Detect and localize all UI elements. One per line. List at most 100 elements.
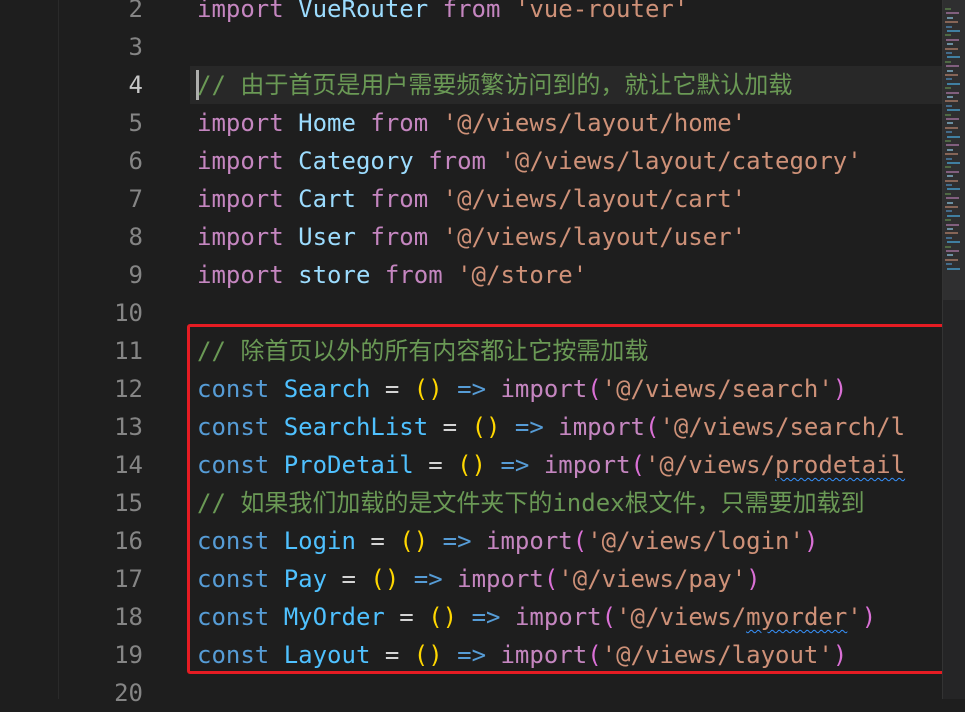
code-editor[interactable]: 2 import VueRouter from 'vue-router' 3 4 // …	[0, 0, 945, 712]
code-token: ()	[457, 451, 487, 479]
code-token: )	[832, 375, 848, 403]
code-line[interactable]: 2 import VueRouter from 'vue-router'	[0, 0, 945, 28]
code-token: ()	[370, 565, 400, 593]
code-line[interactable]: 12 const Search = () => import('@/views/s…	[0, 370, 945, 408]
line-number: 15	[114, 489, 143, 517]
minimap-line	[945, 87, 951, 90]
line-number: 16	[114, 527, 143, 555]
code-line[interactable]: 9 import store from '@/store'	[0, 256, 945, 294]
minimap-line	[945, 74, 958, 76]
code-line[interactable]: 6 import Category from '@/views/layout/ca…	[0, 142, 945, 180]
line-code: const SearchList = () => import('@/views…	[197, 408, 905, 446]
minimap[interactable]	[942, 0, 965, 699]
minimap-line	[946, 236, 952, 239]
code-token: )	[832, 641, 848, 669]
line-code: import store from '@/store'	[197, 256, 587, 294]
code-token: const	[197, 451, 270, 479]
code-line[interactable]: 5 import Home from '@/views/layout/home'	[0, 104, 945, 142]
code-token: '@/views/layout'	[601, 641, 833, 669]
minimap-line	[947, 188, 960, 191]
line-code: const Search = () => import('@/views/sea…	[197, 370, 847, 408]
line-code: const MyOrder = () => import('@/views/my…	[197, 598, 876, 636]
code-token: Layout	[283, 641, 371, 669]
code-token: // 由于首页是用户需要频繁访问到的，就让它默认加载	[197, 71, 793, 99]
code-token: =>	[413, 565, 443, 593]
code-token: from	[428, 147, 486, 175]
line-number: 13	[114, 413, 143, 441]
minimap-line	[945, 47, 958, 50]
code-token: import	[486, 527, 573, 555]
code-line[interactable]: 7 import Cart from '@/views/layout/cart'	[0, 180, 945, 218]
minimap-line	[945, 34, 951, 37]
line-code: import VueRouter from 'vue-router'	[197, 0, 688, 28]
line-number: 8	[128, 223, 143, 251]
minimap-line	[945, 140, 951, 142]
minimap-line	[945, 258, 958, 261]
code-line[interactable]: 8 import User from '@/views/layout/user'	[0, 218, 945, 256]
minimap-line	[947, 214, 960, 217]
line-number: 17	[114, 565, 143, 593]
line-code: const Layout = () => import('@/views/lay…	[197, 636, 847, 674]
minimap-line	[945, 113, 951, 116]
minimap-line	[946, 250, 959, 252]
code-token: Home	[298, 109, 356, 137]
minimap-line	[947, 228, 953, 230]
code-line[interactable]: 16 const Login = () => import('@/views/lo…	[0, 522, 945, 560]
code-line[interactable]: 20	[0, 674, 945, 712]
code-token: ()	[413, 641, 443, 669]
code-line[interactable]: 18 const MyOrder = () => import('@/views/…	[0, 598, 945, 636]
code-token: =	[370, 641, 414, 669]
code-token: Login	[283, 527, 356, 555]
code-token: ()	[413, 375, 443, 403]
code-line[interactable]: 4 // 由于首页是用户需要频繁访问到的，就让它默认加载	[0, 66, 945, 104]
code-token: (	[587, 641, 602, 669]
minimap-line	[946, 91, 959, 94]
code-token: from	[384, 261, 443, 289]
code-token: SearchList	[283, 413, 429, 441]
code-line[interactable]: 19 const Layout = () => import('@/views/l…	[0, 636, 945, 674]
minimap-line	[946, 65, 959, 68]
code-token: =	[413, 451, 458, 479]
code-token: store	[298, 261, 371, 289]
code-line[interactable]: 11 // 除首页以外的所有内容都让它按需加载	[0, 332, 945, 370]
code-token: const	[197, 375, 270, 403]
minimap-line	[946, 223, 959, 226]
code-token: =	[384, 603, 429, 631]
minimap-line	[947, 254, 953, 257]
minimap-line	[947, 162, 960, 164]
code-token: (	[601, 603, 617, 631]
minimap-line	[947, 96, 953, 98]
line-number: 18	[114, 603, 143, 631]
code-token: import	[197, 0, 284, 23]
minimap-line	[946, 38, 959, 41]
code-token: '@/views/	[644, 451, 776, 479]
code-line[interactable]: 10	[0, 294, 945, 332]
minimap-line	[945, 100, 958, 103]
minimap-line	[947, 69, 953, 72]
code-token: from	[370, 185, 429, 213]
code-token: =	[327, 565, 371, 593]
code-token: '	[847, 603, 862, 631]
code-line[interactable]: 13 const SearchList = () => import('@/vie…	[0, 408, 945, 446]
code-token: ()	[471, 413, 501, 441]
code-line[interactable]: 14 const ProDetail = () => import('@/view…	[0, 446, 945, 484]
code-token: (	[630, 451, 645, 479]
code-line[interactable]: 17 const Pay = () => import('@/views/pay'…	[0, 560, 945, 598]
line-code: // 如果我们加载的是文件夹下的index根文件，只需要加载到	[197, 484, 865, 522]
code-line[interactable]: 3	[0, 28, 945, 66]
code-line[interactable]: 15 // 如果我们加载的是文件夹下的index根文件，只需要加载到	[0, 484, 945, 522]
line-code: import Cart from '@/views/layout/cart'	[197, 180, 746, 218]
code-token: (	[644, 413, 660, 441]
